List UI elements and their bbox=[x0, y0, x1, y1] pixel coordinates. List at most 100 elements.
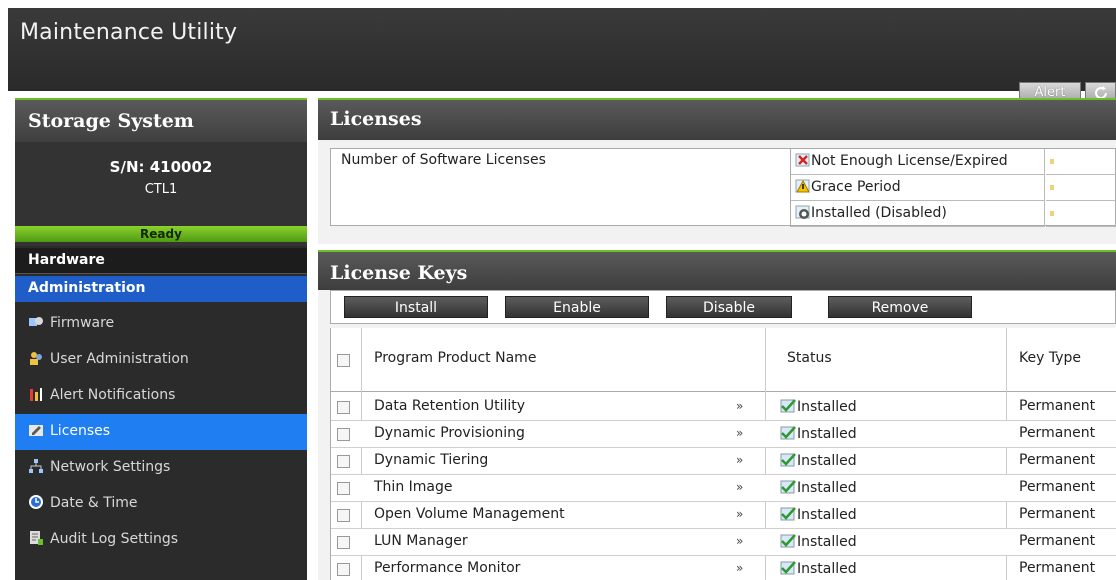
licenses-icon bbox=[29, 425, 43, 436]
chevron-down-icon[interactable]: » bbox=[736, 480, 743, 494]
serial-number: S/N: 410002 bbox=[109, 158, 213, 176]
product-name: LUN Manager bbox=[374, 533, 468, 549]
row-checkbox[interactable] bbox=[337, 455, 350, 468]
chevron-down-icon[interactable]: » bbox=[736, 561, 743, 575]
status-cell: Installed bbox=[779, 425, 857, 442]
audit-log-icon bbox=[30, 531, 43, 545]
installed-icon bbox=[780, 534, 796, 548]
disable-button[interactable]: Disable bbox=[666, 296, 792, 318]
license-keys-panel-header: License Keys bbox=[318, 250, 1116, 290]
installed-icon bbox=[780, 399, 796, 413]
installed-icon bbox=[780, 561, 796, 575]
remove-button[interactable]: Remove bbox=[828, 296, 972, 318]
legend-count bbox=[1046, 149, 1116, 175]
product-name: Performance Monitor bbox=[374, 560, 521, 576]
license-count-label: Number of Software Licenses bbox=[341, 152, 546, 168]
license-keys-panel: License Keys Install Enable Disable Remo… bbox=[318, 250, 1116, 580]
sidebar-item-network-settings[interactable]: Network Settings bbox=[15, 450, 307, 486]
sidebar-item-licenses[interactable]: Licenses bbox=[15, 414, 307, 450]
sidebar-item-label: Alert Notifications bbox=[50, 387, 176, 403]
status-cell: Installed bbox=[779, 533, 857, 550]
status-text: Installed bbox=[797, 426, 857, 442]
status-text: Installed bbox=[797, 561, 857, 577]
licenses-panel-header: Licenses bbox=[318, 98, 1116, 140]
legend-label: Installed (Disabled) bbox=[811, 205, 947, 221]
status-cell: Installed bbox=[779, 398, 857, 415]
product-name: Thin Image bbox=[374, 479, 453, 495]
status-badge: Ready bbox=[15, 226, 307, 242]
status-cell: Installed bbox=[779, 560, 857, 577]
column-header-key-type[interactable]: Key Type bbox=[1019, 350, 1081, 366]
sidebar-item-date-time[interactable]: Date & Time bbox=[15, 486, 307, 522]
sidebar-item-firmware[interactable]: Firmware bbox=[15, 306, 307, 342]
row-checkbox[interactable] bbox=[337, 401, 350, 414]
table-row[interactable]: Data Retention Utility » Installed Perma… bbox=[331, 394, 1116, 421]
installed-icon bbox=[780, 453, 796, 467]
key-type: Permanent bbox=[1019, 479, 1096, 495]
license-summary-table: Number of Software Licenses Not Enough L… bbox=[330, 148, 1116, 227]
row-checkbox[interactable] bbox=[337, 509, 350, 522]
sidebar-item-audit-log-settings[interactable]: Audit Log Settings bbox=[15, 522, 307, 558]
chevron-down-icon[interactable]: » bbox=[736, 399, 743, 413]
table-row[interactable]: Dynamic Provisioning » Installed Permane… bbox=[331, 421, 1116, 448]
licenses-title: Licenses bbox=[330, 108, 422, 130]
sidebar-title: Storage System bbox=[28, 110, 194, 132]
sidebar-item-label: Date & Time bbox=[50, 495, 138, 511]
installed-icon bbox=[780, 507, 796, 521]
chevron-down-icon[interactable]: » bbox=[736, 507, 743, 521]
clock-icon bbox=[29, 495, 43, 509]
product-name: Data Retention Utility bbox=[374, 398, 526, 414]
chevron-down-icon[interactable]: » bbox=[736, 534, 743, 548]
column-header-name[interactable]: Program Product Name bbox=[374, 350, 536, 366]
row-checkbox[interactable] bbox=[337, 482, 350, 495]
status-text: Installed bbox=[797, 507, 857, 523]
app-header: Maintenance Utility bbox=[8, 8, 1116, 91]
status-text: Installed bbox=[797, 453, 857, 469]
status-cell: Installed bbox=[779, 506, 857, 523]
sidebar: Storage System S/N: 410002 CTL1 Ready Ha… bbox=[15, 98, 307, 580]
table-row[interactable]: Performance Monitor » Installed Permanen… bbox=[331, 556, 1116, 580]
licenses-panel: Licenses Number of Software Licenses Not… bbox=[318, 98, 1116, 244]
legend-expired: Not Enough License/Expired bbox=[791, 149, 1045, 175]
legend-count bbox=[1046, 201, 1116, 227]
chevron-down-icon[interactable]: » bbox=[736, 453, 743, 467]
row-checkbox[interactable] bbox=[337, 428, 350, 441]
key-type: Permanent bbox=[1019, 506, 1096, 522]
enable-button[interactable]: Enable bbox=[505, 296, 649, 318]
key-type: Permanent bbox=[1019, 425, 1096, 441]
product-name: Dynamic Tiering bbox=[374, 452, 489, 468]
sidebar-item-label: Network Settings bbox=[50, 459, 171, 475]
table-row[interactable]: Dynamic Tiering » Installed Permanent bbox=[331, 448, 1116, 475]
sidebar-item-label: Firmware bbox=[50, 315, 115, 331]
row-checkbox[interactable] bbox=[337, 563, 350, 576]
chevron-down-icon[interactable]: » bbox=[736, 426, 743, 440]
expired-icon bbox=[795, 153, 810, 167]
firmware-icon bbox=[29, 317, 43, 326]
table-row[interactable]: Thin Image » Installed Permanent bbox=[331, 475, 1116, 502]
sidebar-header: Storage System bbox=[15, 98, 307, 142]
license-keys-table: Program Product Name Status Key Type Dat… bbox=[330, 328, 1116, 580]
install-button[interactable]: Install bbox=[344, 296, 488, 318]
controller-label: CTL1 bbox=[144, 182, 178, 197]
sidebar-item-alert-notifications[interactable]: Alert Notifications bbox=[15, 378, 307, 414]
warning-icon bbox=[795, 179, 810, 193]
table-header: Program Product Name Status Key Type bbox=[331, 328, 1116, 392]
nav-hardware[interactable]: Hardware bbox=[15, 248, 307, 274]
legend-installed-disabled: Installed (Disabled) bbox=[791, 201, 1045, 227]
sidebar-item-label: Audit Log Settings bbox=[50, 531, 179, 547]
legend-label: Grace Period bbox=[811, 179, 901, 195]
select-all-checkbox[interactable] bbox=[337, 354, 350, 367]
license-keys-toolbar: Install Enable Disable Remove bbox=[330, 290, 1116, 324]
table-row[interactable]: LUN Manager » Installed Permanent bbox=[331, 529, 1116, 556]
key-type: Permanent bbox=[1019, 398, 1096, 414]
network-icon bbox=[29, 459, 43, 473]
nav-administration[interactable]: Administration bbox=[15, 276, 307, 302]
key-type: Permanent bbox=[1019, 452, 1096, 468]
app-title: Maintenance Utility bbox=[20, 20, 238, 45]
sidebar-item-user-administration[interactable]: User Administration bbox=[15, 342, 307, 378]
table-row[interactable]: Open Volume Management » Installed Perma… bbox=[331, 502, 1116, 529]
column-header-status[interactable]: Status bbox=[787, 350, 832, 366]
product-name: Dynamic Provisioning bbox=[374, 425, 525, 441]
row-checkbox[interactable] bbox=[337, 536, 350, 549]
status-text: Installed bbox=[797, 480, 857, 496]
